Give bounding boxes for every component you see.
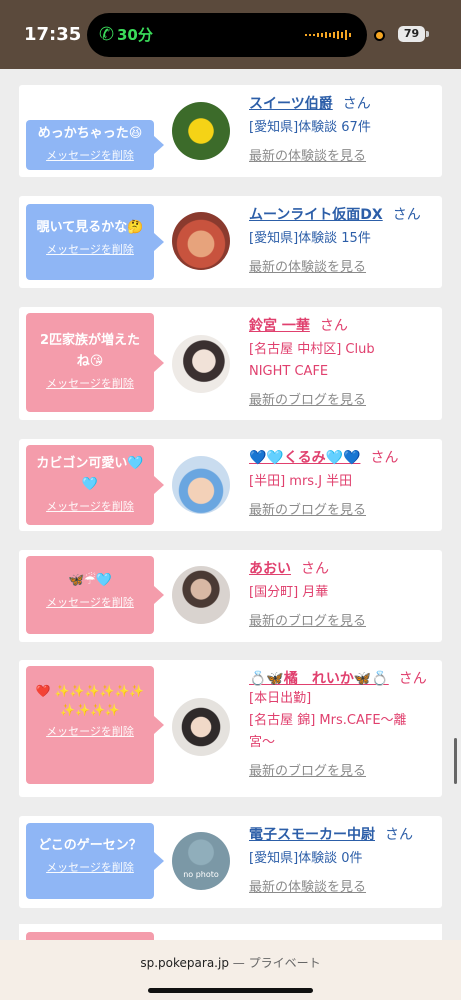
scrollbar[interactable] (454, 738, 457, 784)
no-photo-label: no photo (183, 870, 219, 879)
message-card: 🦋☔🩵 メッセージを削除 あおい さん [国分町] 月華 最新のブログを見る (19, 550, 442, 642)
message-bubble: 2匹家族が増えたね😘 メッセージを削除 (26, 313, 164, 412)
latest-reviews-link[interactable]: 最新の体験談を見る (249, 876, 439, 895)
browser-address-bar[interactable]: sp.pokepara.jp — プライベート (0, 940, 461, 1000)
user-name-link[interactable]: 💙🩵くるみ🩵💙 (249, 450, 360, 466)
honorific: さん (385, 827, 413, 843)
private-mode-label: — プライベート (232, 956, 321, 970)
user-description: [半田] mrs.J 半田 (249, 474, 353, 489)
user-name-link[interactable]: 鈴宮 一華 (249, 318, 310, 334)
latest-reviews-link[interactable]: 最新の体験談を見る (249, 256, 439, 275)
message-text: ❤️ ✨✨✨✨✨✨ ✨✨✨✨ (35, 684, 145, 717)
avatar[interactable]: no photo (172, 832, 230, 890)
message-card: ❤️ ✨✨✨✨✨✨ ✨✨✨✨ メッセージを削除 💍🦋橘 れいか🦋💍 さん [本日出… (19, 660, 442, 797)
honorific: さん (342, 96, 371, 112)
message-bubble: 🦋☔🩵 メッセージを削除 (26, 556, 164, 634)
message-bubble: カビゴン可愛い🩵🩵 メッセージを削除 (26, 445, 164, 525)
user-description: [愛知県]体験談 67件 (249, 120, 371, 135)
avatar[interactable] (172, 102, 230, 160)
message-card: どこのゲーセン？ メッセージを削除 no photo 電子スモーカー中尉 さん [… (19, 816, 442, 908)
honorific: さん (370, 450, 399, 466)
user-description: [名古屋 錦] Mrs.CAFE〜離宮〜 (249, 713, 407, 750)
user-description: [愛知県]体験談 0件 (249, 851, 363, 866)
delete-message-link[interactable]: メッセージを削除 (46, 498, 134, 514)
battery-indicator: 79 (398, 26, 425, 42)
user-name-link[interactable]: ムーンライト仮面DX (249, 207, 383, 223)
message-card: 覗いて見るかな🤔 メッセージを削除 ムーンライト仮面DX さん [愛知県]体験談 … (19, 196, 442, 288)
message-bubble: めっかちゃった😆 メッセージを削除 (26, 120, 164, 170)
home-indicator[interactable] (148, 988, 313, 993)
url-label[interactable]: sp.pokepara.jp — プライベート (0, 954, 461, 971)
message-card: カビゴン可愛い🩵🩵 メッセージを削除 💙🩵くるみ🩵💙 さん [半田] mrs.J … (19, 439, 442, 531)
honorific: さん (301, 561, 329, 577)
honorific: さん (392, 207, 421, 223)
message-bubble: ❤️ ✨✨✨✨✨✨ ✨✨✨✨ メッセージを削除 (26, 666, 164, 784)
dynamic-island[interactable]: ✆ 30分 (87, 13, 367, 57)
work-status: [本日出勤] (249, 691, 312, 706)
latest-blog-link[interactable]: 最新のブログを見る (249, 389, 439, 408)
user-description: [愛知県]体験談 15件 (249, 231, 371, 246)
latest-reviews-link[interactable]: 最新の体験談を見る (249, 145, 439, 164)
delete-message-link[interactable]: メッセージを削除 (46, 241, 134, 257)
user-name-link[interactable]: 電子スモーカー中尉 (249, 827, 375, 843)
avatar[interactable] (172, 698, 230, 756)
user-name-link[interactable]: スイーツ伯爵 (249, 96, 333, 112)
message-card: 2匹家族が増えたね😘 メッセージを削除 鈴宮 一華 さん [名古屋 中村区] Cl… (19, 307, 442, 420)
avatar[interactable] (172, 335, 230, 393)
avatar[interactable] (172, 456, 230, 514)
delete-message-link[interactable]: メッセージを削除 (46, 594, 134, 610)
status-bar: 17:35 ✆ 30分 79 (0, 0, 461, 69)
message-text: カビゴン可愛い🩵🩵 (36, 456, 144, 492)
call-duration: 30分 (117, 26, 153, 44)
avatar[interactable] (172, 212, 230, 270)
audio-wave-icon (305, 30, 351, 40)
status-time: 17:35 (24, 24, 82, 45)
message-text: どこのゲーセン？ (38, 838, 142, 853)
latest-blog-link[interactable]: 最新のブログを見る (249, 610, 439, 629)
battery-nub (426, 31, 429, 37)
message-text: 2匹家族が増えたね😘 (39, 333, 141, 369)
message-text: めっかちゃった😆 (37, 126, 143, 141)
message-bubble: どこのゲーセン？ メッセージを削除 (26, 823, 164, 899)
message-card: めっかちゃった😆 メッセージを削除 スイーツ伯爵 さん [愛知県]体験談 67件 … (19, 85, 442, 177)
message-bubble-partial (26, 932, 154, 940)
honorific: さん (319, 318, 348, 334)
delete-message-link[interactable]: メッセージを削除 (46, 723, 134, 739)
user-description: [国分町] 月華 (249, 585, 329, 600)
message-text: 🦋☔🩵 (67, 573, 113, 588)
domain-text: sp.pokepara.jp (140, 956, 229, 970)
avatar[interactable] (172, 566, 230, 624)
delete-message-link[interactable]: メッセージを削除 (46, 147, 134, 163)
user-name-link[interactable]: あおい (249, 561, 291, 577)
user-description: [名古屋 中村区] Club NIGHT CAFE (249, 342, 375, 379)
message-bubble: 覗いて見るかな🤔 メッセージを削除 (26, 204, 164, 280)
delete-message-link[interactable]: メッセージを削除 (46, 375, 134, 391)
latest-blog-link[interactable]: 最新のブログを見る (249, 499, 439, 518)
message-text: 覗いて見るかな🤔 (36, 220, 144, 235)
latest-blog-link[interactable]: 最新のブログを見る (249, 760, 439, 779)
phone-icon: ✆ (99, 24, 115, 45)
delete-message-link[interactable]: メッセージを削除 (46, 859, 134, 875)
honorific: さん (398, 671, 427, 687)
user-name-link[interactable]: 💍🦋橘 れいか🦋💍 (249, 671, 389, 687)
privacy-indicator (374, 30, 385, 41)
